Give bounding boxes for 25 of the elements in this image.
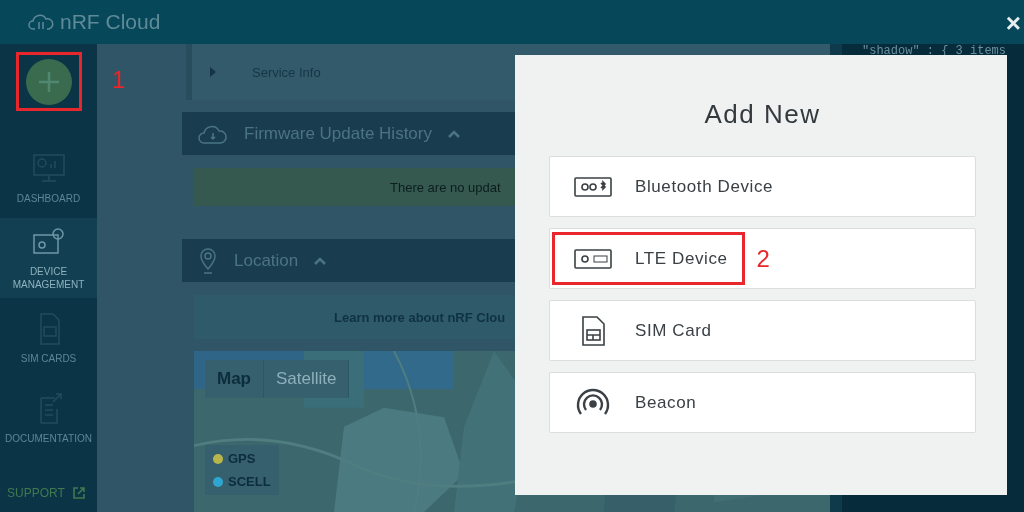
nav-item[interactable]: DOCUMENTATION (0, 378, 97, 458)
caret-icon (210, 67, 216, 77)
nav-item[interactable]: SIM CARDS (0, 298, 97, 378)
add-button[interactable] (25, 58, 72, 105)
option-button[interactable]: Bluetooth Device (549, 156, 976, 217)
highlight-frame: LTE Device (552, 232, 745, 285)
map-pin-icon (198, 246, 218, 275)
cloud-icon (28, 12, 54, 32)
nav-item[interactable]: DASHBOARD (0, 138, 97, 218)
callout-number: 1 (112, 66, 126, 94)
option-button[interactable]: SIM Card (549, 300, 976, 361)
close-icon[interactable]: × (1005, 8, 1021, 39)
option-button[interactable]: Beacon (549, 372, 976, 433)
callout-number: 2 (756, 244, 770, 273)
panel-title: Location (234, 250, 299, 271)
external-link-icon (72, 487, 85, 499)
message-text: There are no updat (390, 179, 501, 195)
app-title: nRF Cloud (60, 10, 161, 34)
plus-icon (36, 69, 61, 94)
nav-item[interactable]: DEVICE MANAGEMENT (0, 218, 97, 298)
chevron-up-icon (314, 256, 327, 265)
panel-title: Firmware Update History (244, 123, 432, 144)
option-button[interactable]: LTE Device 2 (549, 228, 976, 289)
support-link[interactable]: SUPPORT (7, 486, 65, 500)
chevron-up-icon (448, 129, 460, 138)
